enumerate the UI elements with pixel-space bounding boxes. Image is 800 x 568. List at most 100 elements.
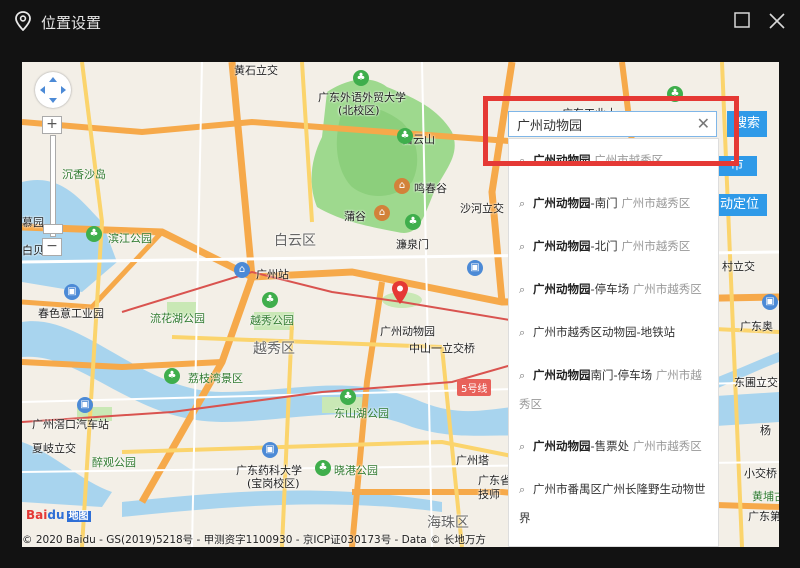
map-label: 慕园 — [22, 216, 44, 229]
pan-control[interactable] — [35, 72, 71, 108]
zoom-control: + − — [42, 116, 63, 258]
suggestion-item[interactable]: ⌕ 广州动物园-售票处 广州市越秀区 — [509, 425, 718, 468]
suggestion-match: 广州动物园 — [533, 196, 591, 210]
side-button[interactable]: 市 — [717, 156, 757, 176]
zoom-slider-handle[interactable] — [43, 224, 63, 234]
map-label: 技师 — [478, 488, 500, 501]
title-bar: 位置设置 — [0, 0, 800, 42]
suggestion-item[interactable]: ⌕ 广州动物园 广州市越秀区 — [509, 139, 718, 182]
search-icon: ⌕ — [519, 326, 526, 339]
suggestion-item[interactable]: ⌕ 广州市越秀区动物园-地铁站 — [509, 311, 718, 354]
search-icon: ⌕ — [519, 283, 526, 296]
suggestion-text: -北门 — [590, 239, 618, 253]
locate-button[interactable]: 动定位 — [712, 194, 767, 216]
suggestion-item[interactable]: ⌕ 广州市番禺区广州长隆野生动物世界 — [509, 468, 718, 539]
suggestion-match: 广州动物园 — [533, 153, 591, 167]
clear-icon[interactable]: ✕ — [697, 115, 710, 133]
search-icon: ⌕ — [519, 154, 526, 167]
map-label: 滨江公园 — [108, 232, 152, 245]
suggestion-item[interactable]: ⌕广州市越秀区动物园 — [509, 539, 718, 546]
suggestion-district: 广州市越秀区 — [594, 153, 664, 167]
map-label: 醉观公园 — [92, 456, 136, 469]
scenic-poi-icon: ⌂ — [394, 178, 410, 194]
train-station-icon: ⌂ — [234, 262, 250, 278]
building-poi-icon: ▣ — [64, 284, 80, 300]
search-icon: ⌕ — [519, 240, 526, 253]
building-poi-icon: ▣ — [467, 260, 483, 276]
search-input[interactable] — [517, 115, 687, 133]
map-label: 晓港公园 — [334, 464, 378, 477]
zoom-in-button[interactable]: + — [42, 116, 62, 134]
map-label: 杨 — [760, 424, 771, 437]
suggestion-text: 广州市越秀区动物园-地铁站 — [533, 325, 676, 339]
suggestion-text: 广州市番禺区广州长隆野生动物世界 — [519, 482, 706, 525]
suggestion-district: 广州市越秀区 — [632, 439, 702, 453]
map-label: 广东第 — [748, 510, 779, 523]
map-label: 夏岐立交 — [32, 442, 76, 455]
suggestion-text: -停车场 — [590, 282, 630, 296]
map-label: 东圃立交 — [734, 376, 778, 389]
park-poi-icon: ♣ — [315, 460, 331, 476]
suggestion-text: -南门 — [590, 196, 618, 210]
copyright-text: © 2020 Baidu - GS(2019)5218号 - 甲测资字11009… — [22, 534, 486, 546]
location-marker-icon — [392, 281, 408, 304]
search-button[interactable]: 搜索 — [727, 111, 767, 137]
park-poi-icon: ♣ — [86, 226, 102, 242]
suggestion-item[interactable]: ⌕ 广州动物园-停车场 广州市越秀区 — [509, 268, 718, 311]
search-icon: ⌕ — [519, 197, 526, 210]
map-label: 荔枝湾景区 — [188, 372, 243, 385]
maximize-icon[interactable] — [732, 10, 752, 30]
suggestion-text: -售票处 — [590, 439, 630, 453]
suggestion-match: 广州动物园 — [533, 439, 591, 453]
map-label: 东山湖公园 — [334, 407, 389, 420]
map-label: 濂泉门 — [396, 238, 429, 251]
map-label: (宝岗校区) — [247, 477, 300, 490]
map-label: 春色意工业园 — [38, 307, 104, 320]
map-label: 广东奥 — [740, 320, 773, 333]
suggestion-item[interactable]: ⌕ 广州动物园南门-停车场 广州市越秀区 — [509, 354, 718, 425]
map-label: 黄埔古港 — [752, 490, 779, 503]
map-label: 村立交 — [722, 260, 755, 273]
zoom-out-button[interactable]: − — [42, 238, 62, 256]
bus-station-icon: ▣ — [77, 397, 93, 413]
map-label: 广州动物园 — [380, 325, 435, 338]
suggestion-district: 广州市越秀区 — [621, 196, 691, 210]
map-label: 白云区 — [274, 233, 316, 249]
train-station-icon: ▣ — [762, 294, 778, 310]
search-icon: ⌕ — [519, 369, 526, 382]
suggestion-match: 广州动物园 — [533, 239, 591, 253]
location-pin-icon — [15, 11, 31, 31]
map-label: 鸣春谷 — [414, 182, 447, 195]
suggestion-item[interactable]: ⌕ 广州动物园-北门 广州市越秀区 — [509, 225, 718, 268]
map-label: 白贝 — [22, 244, 44, 257]
suggestion-dropdown: ⌕ 广州动物园 广州市越秀区 ⌕ 广州动物园-南门 广州市越秀区 ⌕ 广州动物园-北门 广… — [508, 138, 719, 547]
suggestion-district: 广州市越秀区 — [621, 239, 691, 253]
zoom-track[interactable] — [50, 135, 56, 237]
map-label: 中山一立交桥 — [409, 342, 475, 355]
suggestion-district: 广州市越秀区 — [632, 282, 702, 296]
search-box: ✕ — [508, 111, 717, 137]
logo-badge: 地图 — [66, 511, 91, 522]
map-view[interactable]: 黄石立交 广东外语外贸大学 (北校区) 白云山 鸣春谷 蒲谷 沙河立交 濂泉门 … — [22, 62, 779, 547]
park-poi-icon: ♣ — [397, 128, 413, 144]
close-icon[interactable] — [766, 10, 788, 32]
park-poi-icon: ♣ — [405, 214, 421, 230]
search-icon: ⌕ — [519, 483, 526, 496]
suggestion-match: 广州动物园 — [533, 282, 591, 296]
park-poi-icon: ♣ — [164, 368, 180, 384]
map-label: 广州塔 — [456, 454, 489, 467]
suggestion-item[interactable]: ⌕ 广州动物园-南门 广州市越秀区 — [509, 182, 718, 225]
map-label: 沉香沙岛 — [62, 168, 106, 181]
map-label: 越秀区 — [253, 341, 295, 357]
map-label: 广州站 — [256, 268, 289, 281]
scenic-poi-icon: ⌂ — [374, 205, 390, 221]
map-label: 小交桥 — [744, 467, 777, 480]
search-icon: ⌕ — [519, 440, 526, 453]
park-poi-icon: ♣ — [353, 70, 369, 86]
school-poi-icon: ▣ — [262, 442, 278, 458]
park-poi-icon: ♣ — [262, 292, 278, 308]
map-label: 海珠区 — [427, 515, 469, 531]
park-poi-icon: ♣ — [667, 86, 683, 102]
map-label: 广州滘口汽车站 — [32, 418, 109, 431]
window-title: 位置设置 — [41, 14, 102, 32]
